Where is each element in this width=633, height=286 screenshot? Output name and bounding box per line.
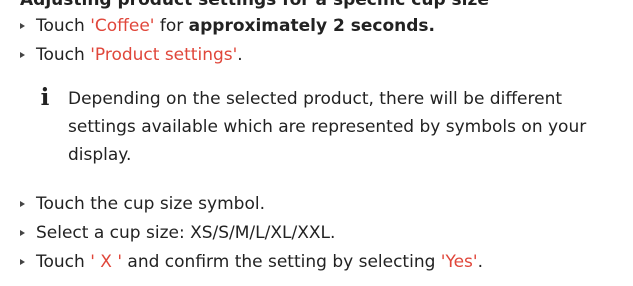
clipped-heading: Adjusting product settings for a specifi… [20, 0, 489, 10]
instruction-page: Adjusting product settings for a specifi… [0, 0, 633, 286]
info-note-line: Depending on the selected product, there… [68, 89, 563, 109]
step-text: Touch 'Product settings'. [36, 44, 243, 66]
coffee-button-label: 'Coffee' [90, 16, 155, 36]
step-text-part: Touch [36, 16, 91, 36]
close-x-label: ' X ' [90, 252, 123, 272]
step-text-part: . [237, 45, 243, 65]
step-text: Touch 'Coffee' for approximately 2 secon… [36, 15, 435, 37]
bullet-icon [20, 201, 25, 207]
bullet-icon [20, 230, 25, 236]
info-note-line: display. [68, 145, 132, 165]
info-note-line: settings available which are represented… [68, 117, 587, 137]
step-text-part: Touch [36, 45, 91, 65]
step-text-part: and confirm the setting by selecting [122, 252, 441, 272]
step-text-part: Touch [36, 252, 91, 272]
step-text-part: . [477, 252, 483, 272]
step-text-part: for [154, 16, 189, 36]
yes-label: 'Yes' [440, 252, 478, 272]
step-text: Touch ' X ' and confirm the setting by s… [36, 251, 483, 273]
step-text-part: Select a cup size: XS/S/M/L/XL/XXL. [36, 223, 336, 243]
bullet-icon [20, 259, 25, 265]
info-note-text: Depending on the selected product, there… [68, 85, 628, 169]
bullet-icon [20, 23, 25, 29]
product-settings-label: 'Product settings' [90, 45, 238, 65]
info-icon: i [40, 84, 50, 111]
bullet-icon [20, 52, 25, 58]
step-text-part: Touch the cup size symbol. [36, 194, 265, 214]
step-text: Touch the cup size symbol. [36, 193, 265, 215]
step-text: Select a cup size: XS/S/M/L/XL/XXL. [36, 222, 335, 244]
info-note: i Depending on the selected product, the… [36, 85, 626, 169]
duration-emphasis: approximately 2 seconds. [188, 16, 435, 36]
